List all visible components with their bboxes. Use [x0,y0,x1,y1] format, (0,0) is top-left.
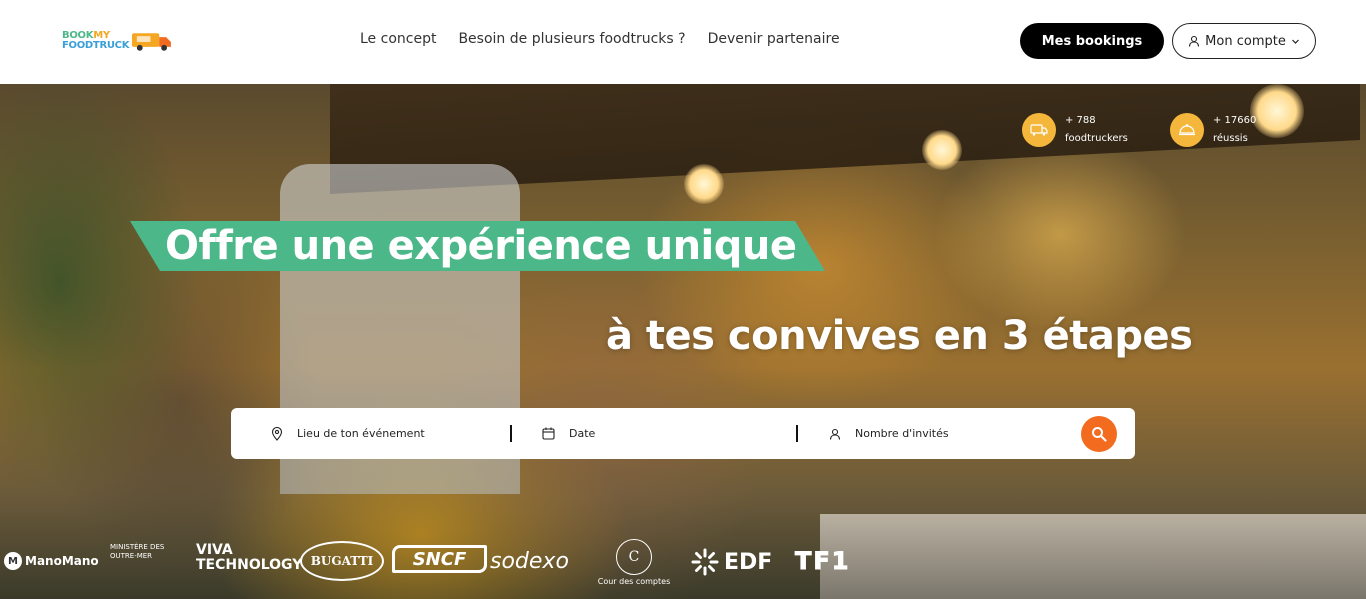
edf-sun-icon [691,548,719,576]
cloche-icon [1170,113,1204,147]
nav-link-multiple-foodtrucks[interactable]: Besoin de plusieurs foodtrucks ? [458,31,685,47]
site-header: BOOK MY FOODTRUCK Le concept Besoin de pl… [0,0,1366,84]
hero-section: + 788 foodtruckers + 17660 réussis Offre… [0,84,1366,599]
guests-field[interactable]: Nombre d'invités [829,408,1069,459]
guests-placeholder: Nombre d'invités [855,427,949,440]
field-divider [510,425,512,442]
nav-link-become-partner[interactable]: Devenir partenaire [708,31,840,47]
hero-headline-line2: à tes convives en 3 étapes [606,313,1193,359]
my-account-button[interactable]: Mon compte [1172,23,1316,59]
light-bulb [922,130,962,170]
partner-logo-bugatti: BUGATTI [300,541,384,581]
partner-logo-ministere-outre-mer: MINISTÈRE DES OUTRE-MER [110,543,165,560]
manomano-icon: M [4,552,22,570]
partner-logo-tf1: TF1 [794,547,851,576]
field-divider [796,425,798,442]
light-bulb [1250,84,1304,138]
site-logo[interactable]: BOOK MY FOODTRUCK [62,28,174,54]
hero-headline-line1: Offre une expérience unique [165,223,797,269]
partner-logos: M ManoMano MINISTÈRE DES OUTRE-MER VIVA … [0,539,1366,599]
foodtruck-icon [132,33,172,51]
date-field[interactable]: Date [542,408,782,459]
stat-successful-events: + 17660 réussis [1170,112,1256,148]
nav-link-concept[interactable]: Le concept [360,31,436,47]
hero-background-tree [0,84,260,599]
user-icon [1189,35,1200,47]
stat-foodtruckers: + 788 foodtruckers [1022,112,1128,148]
my-account-label: Mon compte [1205,33,1286,49]
my-bookings-button[interactable]: Mes bookings [1020,23,1164,59]
partner-logo-vivatech: VIVA TECHNOLOGY [196,542,303,573]
partner-logo-edf: EDF [690,547,772,577]
stat-label: réussis [1213,133,1248,144]
partner-logo-manomano: M ManoMano [4,552,99,570]
truck-icon [1022,113,1056,147]
date-placeholder: Date [569,427,596,440]
partner-logo-cour-des-comptes: C Cour des comptes [590,539,678,586]
map-pin-icon [271,426,283,441]
location-field[interactable]: Lieu de ton événement [271,408,501,459]
partner-logo-sodexo: sodexo [490,549,569,574]
calendar-icon [542,427,555,440]
event-search-bar: Lieu de ton événement Date Nombre d'invi… [231,408,1135,459]
search-icon [1092,427,1107,442]
main-nav: Le concept Besoin de plusieurs foodtruck… [360,31,840,47]
stat-value: + 17660 [1213,115,1257,126]
logo-wordmark: BOOK MY FOODTRUCK [62,30,130,51]
partner-logo-sncf: SNCF [392,545,487,573]
cour-des-comptes-seal: C [616,539,652,575]
stat-value: + 788 [1065,115,1096,126]
search-button[interactable] [1081,416,1117,452]
stat-label: foodtruckers [1065,133,1128,144]
location-placeholder: Lieu de ton événement [297,427,425,440]
headline-banner: Offre une expérience unique [130,221,825,271]
light-bulb [684,164,724,204]
user-icon [829,428,841,440]
chevron-down-icon [1291,39,1299,44]
